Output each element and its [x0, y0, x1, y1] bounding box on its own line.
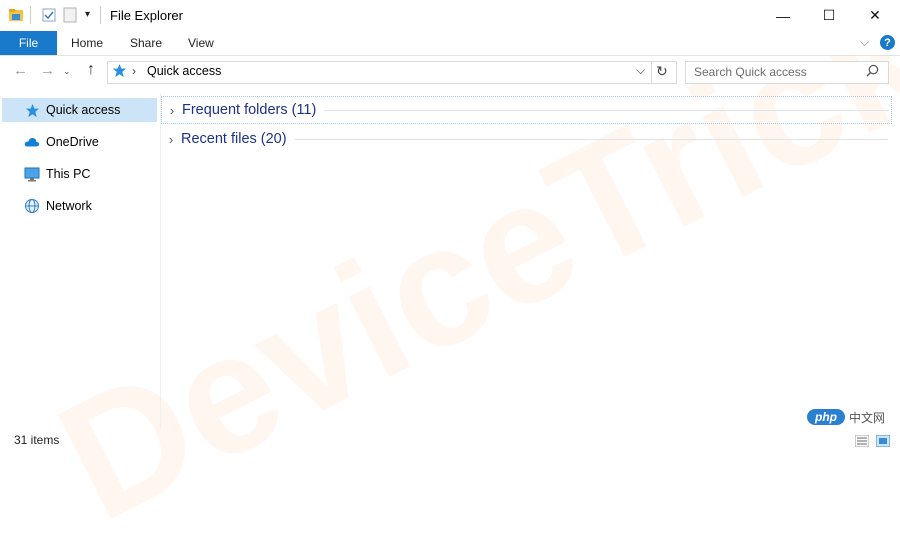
group-recent-files[interactable]: › Recent files (20)	[161, 126, 890, 152]
close-button[interactable]: ✕	[852, 0, 898, 31]
badge-site-text: 中文网	[849, 410, 886, 425]
divider	[100, 6, 101, 24]
help-icon[interactable]: ?	[880, 35, 895, 50]
search-icon[interactable]	[866, 64, 879, 82]
sidebar-item-label: Network	[46, 199, 92, 213]
tab-home[interactable]: Home	[71, 31, 103, 55]
minimize-icon: —	[776, 7, 790, 24]
breadcrumb-quick-access[interactable]: Quick access	[147, 64, 221, 78]
folder-icon	[8, 7, 24, 28]
network-icon	[24, 198, 40, 214]
group-frequent-folders[interactable]: › Frequent folders (11)	[161, 96, 892, 124]
sidebar-item-label: This PC	[46, 167, 91, 181]
maximize-icon: ☐	[822, 7, 836, 23]
group-header-label: Frequent folders (11)	[182, 102, 317, 118]
refresh-icon[interactable]: ↻	[656, 63, 668, 80]
chevron-right-icon[interactable]: ›	[161, 132, 181, 147]
customize-toolbar-icon[interactable]: ▾	[85, 9, 90, 20]
status-item-count: 31 items	[14, 433, 60, 447]
monitor-icon	[24, 166, 40, 182]
divider	[30, 6, 31, 24]
star-icon	[112, 63, 127, 83]
sidebar-item-quick-access[interactable]: Quick access	[2, 98, 157, 122]
address-dropdown-icon[interactable]: ⌵	[636, 63, 645, 78]
close-icon: ✕	[869, 7, 881, 23]
new-folder-icon[interactable]	[62, 7, 78, 28]
group-divider	[294, 138, 888, 140]
expand-ribbon-icon[interactable]: ⌵	[860, 35, 869, 50]
tab-share[interactable]: Share	[130, 31, 162, 55]
tab-file[interactable]: File	[0, 31, 57, 55]
sidebar-item-label: OneDrive	[46, 135, 99, 149]
tab-view[interactable]: View	[188, 31, 214, 55]
sidebar-item-this-pc[interactable]: This PC	[2, 162, 157, 186]
forward-arrow-icon[interactable]: →	[40, 62, 55, 79]
group-header-label: Recent files (20)	[181, 131, 287, 147]
sidebar-item-label: Quick access	[46, 103, 121, 117]
divider	[651, 61, 652, 84]
site-badge: php 中文网	[807, 406, 895, 428]
maximize-button[interactable]: ☐	[806, 0, 852, 31]
up-arrow-icon[interactable]: ↑	[87, 61, 95, 79]
cloud-icon	[24, 134, 40, 150]
properties-icon[interactable]	[41, 7, 57, 28]
php-logo: php	[807, 409, 845, 425]
sidebar-item-onedrive[interactable]: OneDrive	[2, 130, 157, 154]
chevron-right-icon[interactable]: ›	[162, 103, 182, 118]
back-arrow-icon[interactable]: ←	[13, 62, 28, 79]
breadcrumb-separator[interactable]: ›	[132, 64, 136, 78]
recent-locations-icon[interactable]: ⌄	[63, 66, 71, 77]
large-icons-view-icon[interactable]	[875, 434, 891, 452]
window-title: File Explorer	[110, 8, 183, 23]
details-view-icon[interactable]	[854, 434, 870, 452]
search-placeholder: Search Quick access	[694, 65, 807, 79]
sidebar-item-network[interactable]: Network	[2, 194, 157, 218]
star-icon	[24, 102, 40, 118]
group-divider	[324, 109, 889, 111]
minimize-button[interactable]: —	[760, 0, 806, 31]
